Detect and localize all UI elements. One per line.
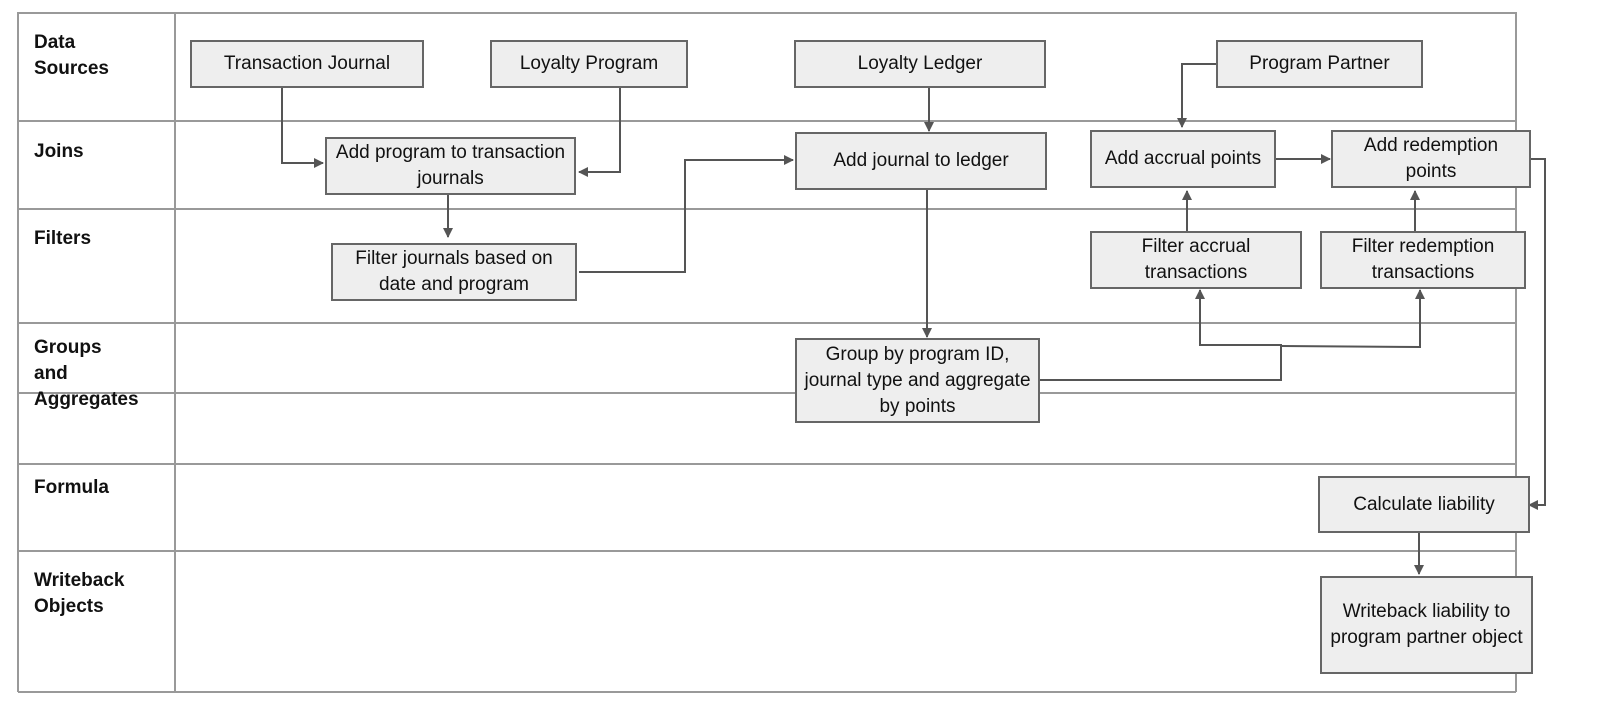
node-calculate-liability[interactable]: Calculate liability (1318, 476, 1530, 533)
node-filter-journals[interactable]: Filter journals based on date and progra… (331, 243, 577, 301)
node-loyalty-program[interactable]: Loyalty Program (490, 40, 688, 88)
node-add-accrual-points[interactable]: Add accrual points (1090, 130, 1276, 188)
node-transaction-journal[interactable]: Transaction Journal (190, 40, 424, 88)
edge-filter-journals-to-add-journal (579, 155, 794, 273)
node-writeback-liability[interactable]: Writeback liability to program partner o… (1320, 576, 1533, 674)
edge-group-by-to-filter-redemption (1280, 289, 1425, 349)
node-add-journal-to-ledger[interactable]: Add journal to ledger (795, 132, 1047, 190)
node-filter-redemption-transactions[interactable]: Filter redemption transactions (1320, 231, 1526, 289)
edge-add-redemption-to-calc-liability (1528, 158, 1546, 510)
lane-label-filters: Filters (34, 228, 92, 249)
lane-label-groups-aggregates: Groups and Aggregates (34, 337, 139, 410)
edge-program-partner-to-add-accrual (1177, 63, 1216, 128)
lane-label-data-sources: Data Sources (34, 32, 109, 79)
edge-transaction-journal-to-add-program (281, 87, 324, 168)
swimlane-diagram: Data Sources Joins Filters Groups and Ag… (0, 0, 1600, 704)
edge-group-by-to-filters (1039, 289, 1282, 381)
lane-label-joins: Joins (34, 141, 84, 162)
lane-label-writeback-objects: Writeback Objects (34, 570, 125, 617)
node-group-by-program[interactable]: Group by program ID, journal type and ag… (795, 338, 1040, 423)
lane-label-formula: Formula (34, 477, 109, 498)
node-program-partner[interactable]: Program Partner (1216, 40, 1423, 88)
node-add-redemption-points[interactable]: Add redemption points (1331, 130, 1531, 188)
edge-loyalty-program-to-add-program (578, 87, 621, 177)
node-add-program-to-transaction-journals[interactable]: Add program to transaction journals (325, 137, 576, 195)
node-filter-accrual-transactions[interactable]: Filter accrual transactions (1090, 231, 1302, 289)
node-loyalty-ledger[interactable]: Loyalty Ledger (794, 40, 1046, 88)
